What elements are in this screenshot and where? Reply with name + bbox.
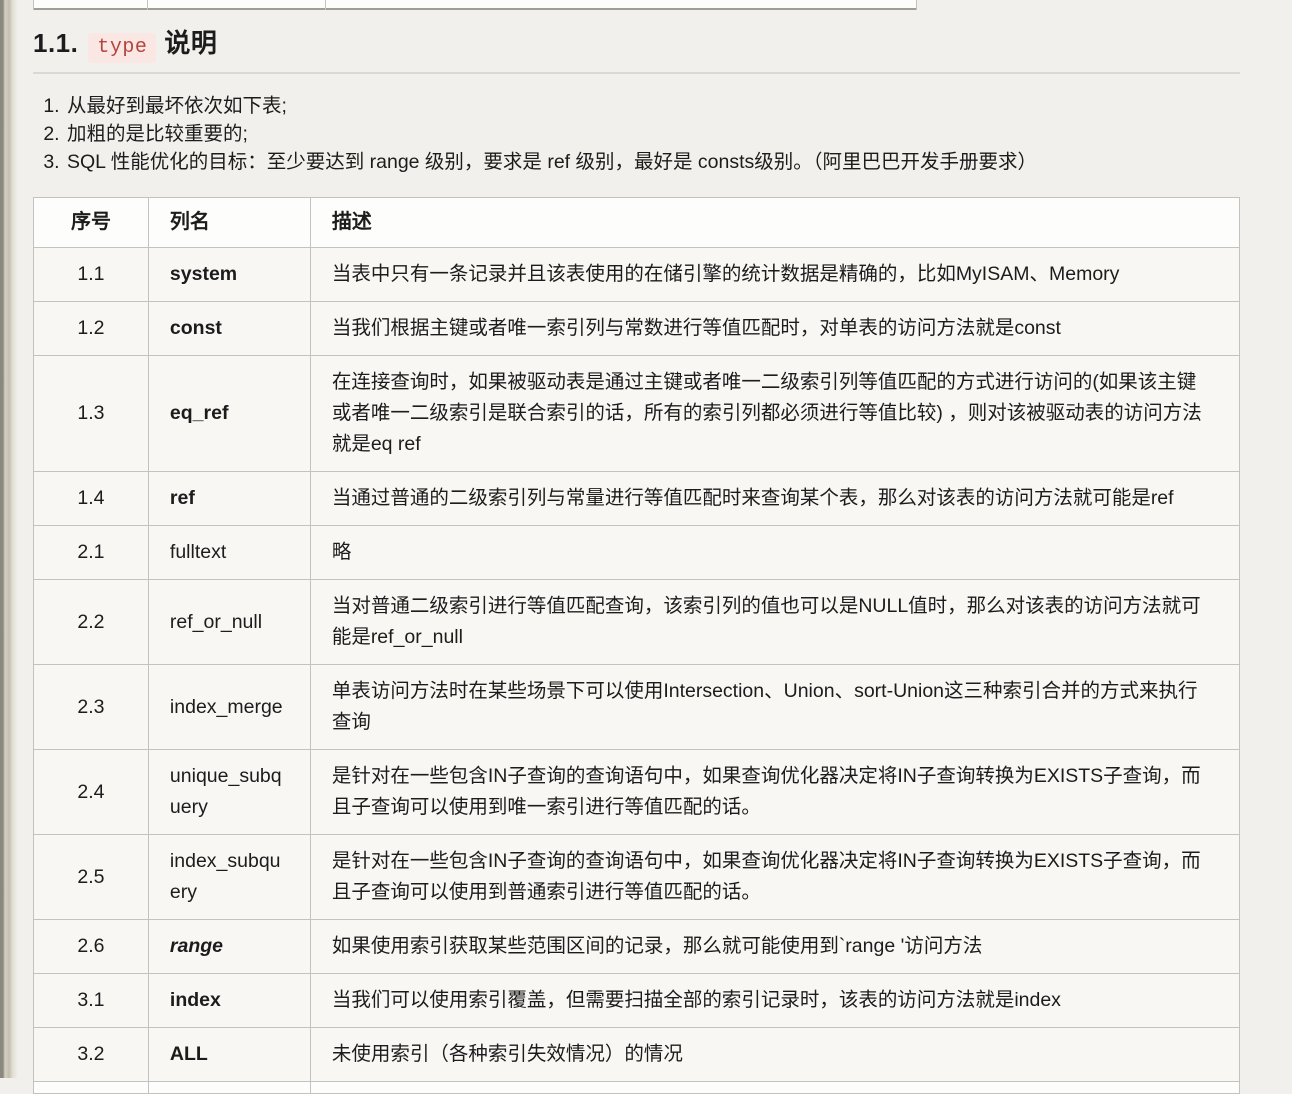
type-table: 序号 列名 描述 1.1 system 当表中只有一条记录并且该表使用的在储引擎… — [33, 197, 1240, 1094]
cell-name: index_subquery — [148, 835, 310, 920]
window-left-edge — [0, 0, 18, 1078]
clipped-table-above — [33, 0, 917, 10]
clipped-cell — [147, 0, 325, 10]
section-heading: 1.1. type 说明 — [33, 26, 1240, 65]
inline-code-type: type — [88, 33, 156, 63]
clipped-cell — [310, 1082, 1239, 1094]
notes-list: 从最好到最坏依次如下表; 加粗的是比较重要的; SQL 性能优化的目标：至少要达… — [41, 92, 1240, 176]
clipped-cell — [33, 0, 147, 10]
cell-no: 1.2 — [34, 302, 149, 356]
cell-desc: 单表访问方法时在某些场景下可以使用Intersection、Union、sort… — [310, 665, 1239, 750]
cell-desc: 当我们根据主键或者唯一索引列与常数进行等值匹配时，对单表的访问方法就是const — [310, 302, 1239, 356]
column-header-no: 序号 — [34, 198, 149, 248]
list-item: 从最好到最坏依次如下表; — [65, 92, 1240, 120]
table-row: 2.1 fulltext 略 — [34, 526, 1240, 580]
document: 1.1. type 说明 从最好到最坏依次如下表; 加粗的是比较重要的; SQL 性… — [33, 0, 1240, 1094]
cell-no: 2.6 — [34, 920, 149, 974]
cell-no: 3.2 — [34, 1028, 149, 1082]
cell-desc: 如果使用索引获取某些范围区间的记录，那么就可能使用到`range '访问方法 — [310, 920, 1239, 974]
cell-no: 2.4 — [34, 750, 149, 835]
cell-desc: 未使用索引（各种索引失效情况）的情况 — [310, 1028, 1239, 1082]
table-row: 2.5 index_subquery 是针对在一些包含IN子查询的查询语句中，如… — [34, 835, 1240, 920]
cell-name: const — [148, 302, 310, 356]
list-item: 加粗的是比较重要的; — [65, 120, 1240, 148]
cell-no: 1.4 — [34, 472, 149, 526]
heading-rule — [33, 72, 1240, 74]
cell-no: 2.1 — [34, 526, 149, 580]
cell-desc: 当表中只有一条记录并且该表使用的在储引擎的统计数据是精确的，比如MyISAM、M… — [310, 248, 1239, 302]
table-row: 2.2 ref_or_null 当对普通二级索引进行等值匹配查询，该索引列的值也… — [34, 580, 1240, 665]
cell-name: unique_subquery — [148, 750, 310, 835]
cell-name: index_merge — [148, 665, 310, 750]
heading-title: 说明 — [164, 28, 217, 58]
cell-desc: 略 — [310, 526, 1239, 580]
cell-desc: 是针对在一些包含IN子查询的查询语句中，如果查询优化器决定将IN子查询转换为EX… — [310, 750, 1239, 835]
cell-desc: 当对普通二级索引进行等值匹配查询，该索引列的值也可以是NULL值时，那么对该表的… — [310, 580, 1239, 665]
cell-no: 3.1 — [34, 974, 149, 1028]
clipped-row-below — [34, 1082, 1240, 1094]
cell-no: 1.1 — [34, 248, 149, 302]
cell-name: ref_or_null — [148, 580, 310, 665]
cell-desc: 当我们可以使用索引覆盖，但需要扫描全部的索引记录时，该表的访问方法就是index — [310, 974, 1239, 1028]
table-row: 1.3 eq_ref 在连接查询时，如果被驱动表是通过主键或者唯一二级索引列等值… — [34, 356, 1240, 472]
table-row: 2.3 index_merge 单表访问方法时在某些场景下可以使用Interse… — [34, 665, 1240, 750]
table-row: 3.1 index 当我们可以使用索引覆盖，但需要扫描全部的索引记录时，该表的访… — [34, 974, 1240, 1028]
table-row: 1.1 system 当表中只有一条记录并且该表使用的在储引擎的统计数据是精确的… — [34, 248, 1240, 302]
cell-name: ref — [148, 472, 310, 526]
table-header-row: 序号 列名 描述 — [34, 198, 1240, 248]
clipped-cell — [325, 0, 917, 10]
cell-name: range — [148, 920, 310, 974]
cell-name: ALL — [148, 1028, 310, 1082]
column-header-name: 列名 — [148, 198, 310, 248]
heading-number: 1.1. — [33, 28, 78, 58]
cell-no: 1.3 — [34, 356, 149, 472]
cell-name: index — [148, 974, 310, 1028]
cell-desc: 是针对在一些包含IN子查询的查询语句中，如果查询优化器决定将IN子查询转换为EX… — [310, 835, 1239, 920]
table-row: 1.4 ref 当通过普通的二级索引列与常量进行等值匹配时来查询某个表，那么对该… — [34, 472, 1240, 526]
cell-desc: 当通过普通的二级索引列与常量进行等值匹配时来查询某个表，那么对该表的访问方法就可… — [310, 472, 1239, 526]
clipped-cell — [148, 1082, 310, 1094]
cell-no: 2.2 — [34, 580, 149, 665]
cell-no: 2.5 — [34, 835, 149, 920]
clipped-cell — [34, 1082, 149, 1094]
cell-name: system — [148, 248, 310, 302]
cell-no: 2.3 — [34, 665, 149, 750]
table-row: 1.2 const 当我们根据主键或者唯一索引列与常数进行等值匹配时，对单表的访… — [34, 302, 1240, 356]
cell-name: eq_ref — [148, 356, 310, 472]
cell-desc: 在连接查询时，如果被驱动表是通过主键或者唯一二级索引列等值匹配的方式进行访问的(… — [310, 356, 1239, 472]
list-item: SQL 性能优化的目标：至少要达到 range 级别，要求是 ref 级别，最好… — [65, 148, 1240, 176]
table-row: 2.6 range 如果使用索引获取某些范围区间的记录，那么就可能使用到`ran… — [34, 920, 1240, 974]
cell-name: fulltext — [148, 526, 310, 580]
column-header-desc: 描述 — [310, 198, 1239, 248]
table-row: 3.2 ALL 未使用索引（各种索引失效情况）的情况 — [34, 1028, 1240, 1082]
table-row: 2.4 unique_subquery 是针对在一些包含IN子查询的查询语句中，… — [34, 750, 1240, 835]
